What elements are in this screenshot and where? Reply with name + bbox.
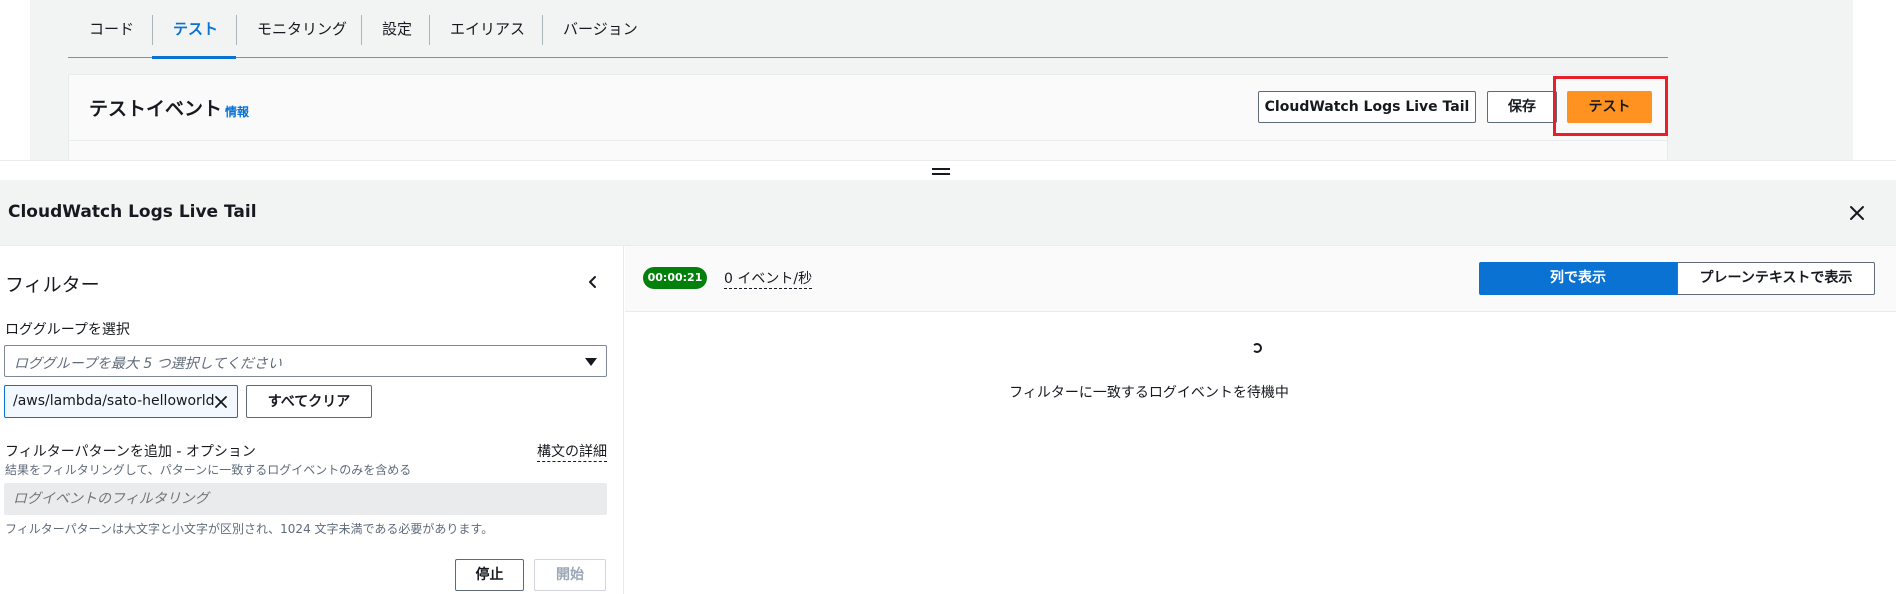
event-rate[interactable]: 0 イベント/秒 <box>724 268 813 289</box>
tab-versions[interactable]: バージョン <box>542 17 659 43</box>
panel-splitter <box>0 160 1896 180</box>
log-group-placeholder: ロググループを最大 5 つ選択してください <box>14 356 282 372</box>
view-columns-toggle[interactable]: 列で表示 <box>1479 262 1677 295</box>
elapsed-timer-badge: 00:00:21 <box>643 267 707 289</box>
remove-token-icon[interactable] <box>213 394 229 410</box>
tab-settings[interactable]: 設定 <box>361 17 433 43</box>
selected-log-group-token: /aws/lambda/sato-helloworld <box>4 385 238 418</box>
view-plaintext-toggle[interactable]: プレーンテキストで表示 <box>1677 262 1875 295</box>
stop-button[interactable]: 停止 <box>455 559 524 591</box>
function-console: コード テスト モニタリング 設定 エイリアス バージョン テストイベント 情報… <box>0 0 1896 160</box>
chevron-left-icon[interactable] <box>585 274 601 290</box>
highlight-annotation <box>1553 76 1668 136</box>
tab-monitoring[interactable]: モニタリング <box>236 17 368 43</box>
log-events-panel: 00:00:21 0 イベント/秒 列で表示 プレーンテキストで表示 フィルター… <box>625 246 1896 594</box>
log-events-toolbar: 00:00:21 0 イベント/秒 列で表示 プレーンテキストで表示 <box>625 246 1896 312</box>
resize-handle[interactable] <box>932 168 950 175</box>
tab-test[interactable]: テスト <box>152 17 239 43</box>
filter-pattern-input[interactable] <box>4 483 607 515</box>
waiting-message: フィルターに一致するログイベントを待機中 <box>1009 385 1289 401</box>
close-icon[interactable] <box>1847 203 1867 223</box>
filter-pattern-description: 結果をフィルタリングして、パターンに一致するログイベントのみを含める <box>5 463 412 477</box>
clear-all-button[interactable]: すべてクリア <box>246 385 372 418</box>
live-tail-title: CloudWatch Logs Live Tail <box>8 202 257 222</box>
active-tab-indicator <box>152 56 236 59</box>
filter-panel: フィルター ロググループを選択 ロググループを最大 5 つ選択してください /a… <box>0 246 624 594</box>
tab-code[interactable]: コード <box>68 17 155 43</box>
caret-down-icon <box>585 358 597 366</box>
filter-pattern-label: フィルターパターンを追加 - オプション <box>5 444 256 460</box>
tab-aliases[interactable]: エイリアス <box>429 17 546 43</box>
log-group-select[interactable]: ロググループを最大 5 つ選択してください <box>4 345 607 377</box>
live-tail-header: CloudWatch Logs Live Tail <box>0 180 1896 246</box>
function-tabs: コード テスト モニタリング 設定 エイリアス バージョン <box>68 0 1668 59</box>
syntax-details-link[interactable]: 構文の詳細 <box>537 441 607 462</box>
test-event-header: テストイベント 情報 CloudWatch Logs Live Tail 保存 … <box>69 75 1667 141</box>
log-group-label: ロググループを選択 <box>5 322 130 338</box>
start-button: 開始 <box>534 559 606 591</box>
filter-pattern-hint: フィルターパターンは大文字と小文字が区別され、1024 文字未満である必要があり… <box>5 522 494 536</box>
cloudwatch-live-tail-button[interactable]: CloudWatch Logs Live Tail <box>1258 91 1476 123</box>
test-event-card: テストイベント 情報 CloudWatch Logs Live Tail 保存 … <box>68 74 1668 160</box>
filter-title: フィルター <box>5 274 100 296</box>
selected-log-group-label: /aws/lambda/sato-helloworld <box>13 393 215 409</box>
loading-spinner-icon <box>1252 343 1262 353</box>
test-event-title: テストイベント <box>89 98 223 120</box>
info-link[interactable]: 情報 <box>225 103 249 120</box>
save-button[interactable]: 保存 <box>1487 91 1557 123</box>
